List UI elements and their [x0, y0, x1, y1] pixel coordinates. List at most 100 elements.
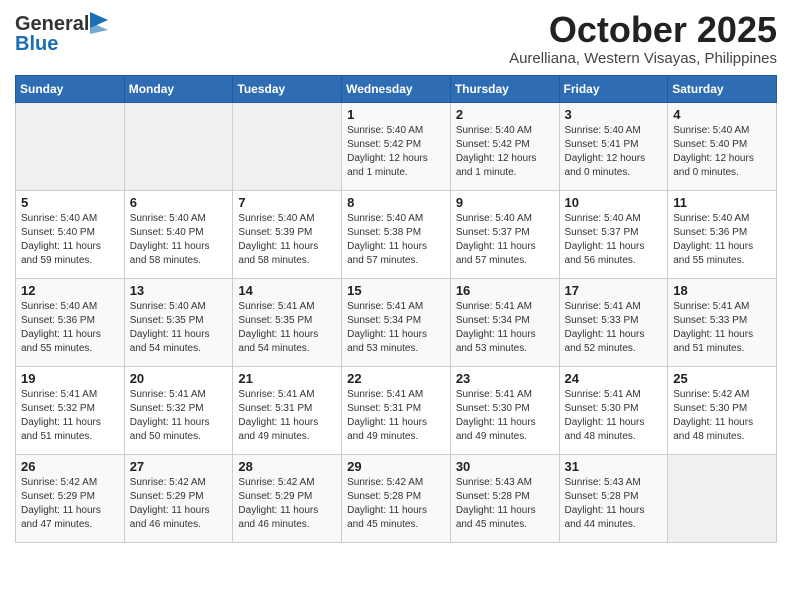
day-info: Sunrise: 5:41 AMSunset: 5:30 PMDaylight:… — [565, 388, 663, 444]
logo-icon — [90, 12, 108, 34]
day-number: 7 — [238, 195, 336, 210]
day-number: 24 — [565, 371, 663, 386]
calendar-cell: 28Sunrise: 5:42 AMSunset: 5:29 PMDayligh… — [233, 454, 342, 542]
calendar-cell — [16, 102, 125, 190]
weekday-header-thursday: Thursday — [450, 75, 559, 102]
calendar-cell: 21Sunrise: 5:41 AMSunset: 5:31 PMDayligh… — [233, 366, 342, 454]
day-number: 26 — [21, 459, 119, 474]
calendar-cell: 24 Sunrise: 5:41 AMSunset: 5:30 PMDayligh… — [559, 366, 668, 454]
calendar-cell: 2Sunrise: 5:40 AMSunset: 5:42 PMDaylight… — [450, 102, 559, 190]
calendar-cell — [668, 454, 777, 542]
day-number: 5 — [21, 195, 119, 210]
day-number: 23 — [456, 371, 554, 386]
day-info: Sunrise: 5:40 AMSunset: 5:40 PMDaylight:… — [21, 212, 119, 268]
weekday-header-monday: Monday — [124, 75, 233, 102]
day-info: Sunrise: 5:42 AMSunset: 5:28 PMDaylight:… — [347, 476, 445, 532]
day-number: 27 — [130, 459, 228, 474]
day-number: 10 — [565, 195, 663, 210]
day-info: Sunrise: 5:41 AMSunset: 5:32 PMDaylight:… — [130, 388, 228, 444]
day-info: Sunrise: 5:43 AMSunset: 5:28 PMDaylight:… — [565, 476, 663, 532]
calendar-cell: 31 Sunrise: 5:43 AMSunset: 5:28 PMDayligh… — [559, 454, 668, 542]
day-info: Sunrise: 5:40 AMSunset: 5:39 PMDaylight:… — [238, 212, 336, 268]
location-subtitle: Aurelliana, Western Visayas, Philippines — [509, 50, 777, 67]
day-number: 6 — [130, 195, 228, 210]
week-row-2: 5 Sunrise: 5:40 AMSunset: 5:40 PMDaylight… — [16, 190, 777, 278]
calendar-cell: 23 Sunrise: 5:41 AMSunset: 5:30 PMDayligh… — [450, 366, 559, 454]
day-info: Sunrise: 5:42 AMSunset: 5:29 PMDaylight:… — [238, 476, 336, 532]
day-info: Sunrise: 5:40 AMSunset: 5:36 PMDaylight:… — [21, 300, 119, 356]
calendar-cell: 13Sunrise: 5:40 AMSunset: 5:35 PMDayligh… — [124, 278, 233, 366]
calendar-cell: 30 Sunrise: 5:43 AMSunset: 5:28 PMDayligh… — [450, 454, 559, 542]
day-info: Sunrise: 5:40 AMSunset: 5:36 PMDaylight:… — [673, 212, 771, 268]
day-number: 16 — [456, 283, 554, 298]
calendar-cell: 7 Sunrise: 5:40 AMSunset: 5:39 PMDaylight… — [233, 190, 342, 278]
calendar-cell: 10Sunrise: 5:40 AMSunset: 5:37 PMDayligh… — [559, 190, 668, 278]
calendar-cell: 4 Sunrise: 5:40 AMSunset: 5:40 PMDaylight… — [668, 102, 777, 190]
calendar-cell: 29 Sunrise: 5:42 AMSunset: 5:28 PMDayligh… — [342, 454, 451, 542]
calendar-cell: 26 Sunrise: 5:42 AMSunset: 5:29 PMDayligh… — [16, 454, 125, 542]
day-number: 9 — [456, 195, 554, 210]
calendar-cell: 3 Sunrise: 5:40 AMSunset: 5:41 PMDaylight… — [559, 102, 668, 190]
calendar-cell: 27 Sunrise: 5:42 AMSunset: 5:29 PMDayligh… — [124, 454, 233, 542]
day-number: 11 — [673, 195, 771, 210]
day-info: Sunrise: 5:42 AMSunset: 5:29 PMDaylight:… — [21, 476, 119, 532]
day-info: Sunrise: 5:41 AMSunset: 5:35 PMDaylight:… — [238, 300, 336, 356]
day-info: Sunrise: 5:41 AMSunset: 5:33 PMDaylight:… — [565, 300, 663, 356]
title-area: October 2025 Aurelliana, Western Visayas… — [509, 10, 777, 67]
day-number: 30 — [456, 459, 554, 474]
week-row-3: 12 Sunrise: 5:40 AMSunset: 5:36 PMDayligh… — [16, 278, 777, 366]
day-number: 29 — [347, 459, 445, 474]
day-number: 25 — [673, 371, 771, 386]
calendar-cell: 5 Sunrise: 5:40 AMSunset: 5:40 PMDaylight… — [16, 190, 125, 278]
day-number: 19 — [21, 371, 119, 386]
calendar-cell: 17 Sunrise: 5:41 AMSunset: 5:33 PMDayligh… — [559, 278, 668, 366]
calendar-cell: 18Sunrise: 5:41 AMSunset: 5:33 PMDayligh… — [668, 278, 777, 366]
logo: General Blue — [15, 14, 108, 54]
day-info: Sunrise: 5:40 AMSunset: 5:37 PMDaylight:… — [456, 212, 554, 268]
day-number: 20 — [130, 371, 228, 386]
weekday-header-saturday: Saturday — [668, 75, 777, 102]
day-info: Sunrise: 5:41 AMSunset: 5:33 PMDaylight:… — [673, 300, 771, 356]
day-number: 4 — [673, 107, 771, 122]
calendar-cell: 22 Sunrise: 5:41 AMSunset: 5:31 PMDayligh… — [342, 366, 451, 454]
day-info: Sunrise: 5:41 AMSunset: 5:30 PMDaylight:… — [456, 388, 554, 444]
calendar-table: SundayMondayTuesdayWednesdayThursdayFrid… — [15, 75, 777, 543]
day-info: Sunrise: 5:40 AMSunset: 5:40 PMDaylight:… — [130, 212, 228, 268]
day-number: 31 — [565, 459, 663, 474]
day-info: Sunrise: 5:40 AMSunset: 5:38 PMDaylight:… — [347, 212, 445, 268]
calendar-cell: 20 Sunrise: 5:41 AMSunset: 5:32 PMDayligh… — [124, 366, 233, 454]
day-number: 22 — [347, 371, 445, 386]
day-info: Sunrise: 5:41 AMSunset: 5:34 PMDaylight:… — [456, 300, 554, 356]
calendar-cell — [124, 102, 233, 190]
weekday-header-friday: Friday — [559, 75, 668, 102]
day-number: 17 — [565, 283, 663, 298]
calendar-cell: 25Sunrise: 5:42 AMSunset: 5:30 PMDayligh… — [668, 366, 777, 454]
day-info: Sunrise: 5:40 AMSunset: 5:41 PMDaylight:… — [565, 124, 663, 180]
calendar-cell: 15Sunrise: 5:41 AMSunset: 5:34 PMDayligh… — [342, 278, 451, 366]
logo-general: General — [15, 14, 89, 34]
calendar-cell: 16 Sunrise: 5:41 AMSunset: 5:34 PMDayligh… — [450, 278, 559, 366]
month-title: October 2025 — [509, 10, 777, 50]
calendar-cell: 8Sunrise: 5:40 AMSunset: 5:38 PMDaylight… — [342, 190, 451, 278]
calendar-cell: 14 Sunrise: 5:41 AMSunset: 5:35 PMDayligh… — [233, 278, 342, 366]
day-info: Sunrise: 5:40 AMSunset: 5:42 PMDaylight:… — [347, 124, 445, 180]
day-info: Sunrise: 5:41 AMSunset: 5:31 PMDaylight:… — [238, 388, 336, 444]
day-info: Sunrise: 5:41 AMSunset: 5:32 PMDaylight:… — [21, 388, 119, 444]
calendar-cell: 11 Sunrise: 5:40 AMSunset: 5:36 PMDayligh… — [668, 190, 777, 278]
day-number: 3 — [565, 107, 663, 122]
day-info: Sunrise: 5:40 AMSunset: 5:35 PMDaylight:… — [130, 300, 228, 356]
calendar-cell: 19 Sunrise: 5:41 AMSunset: 5:32 PMDayligh… — [16, 366, 125, 454]
day-info: Sunrise: 5:42 AMSunset: 5:29 PMDaylight:… — [130, 476, 228, 532]
weekday-header-sunday: Sunday — [16, 75, 125, 102]
calendar-cell — [233, 102, 342, 190]
day-number: 12 — [21, 283, 119, 298]
day-info: Sunrise: 5:40 AMSunset: 5:40 PMDaylight:… — [673, 124, 771, 180]
day-info: Sunrise: 5:43 AMSunset: 5:28 PMDaylight:… — [456, 476, 554, 532]
week-row-4: 19 Sunrise: 5:41 AMSunset: 5:32 PMDayligh… — [16, 366, 777, 454]
day-info: Sunrise: 5:41 AMSunset: 5:31 PMDaylight:… — [347, 388, 445, 444]
calendar-cell: 6 Sunrise: 5:40 AMSunset: 5:40 PMDaylight… — [124, 190, 233, 278]
calendar-cell: 12 Sunrise: 5:40 AMSunset: 5:36 PMDayligh… — [16, 278, 125, 366]
weekday-header-wednesday: Wednesday — [342, 75, 451, 102]
calendar-cell: 9 Sunrise: 5:40 AMSunset: 5:37 PMDaylight… — [450, 190, 559, 278]
day-number: 14 — [238, 283, 336, 298]
